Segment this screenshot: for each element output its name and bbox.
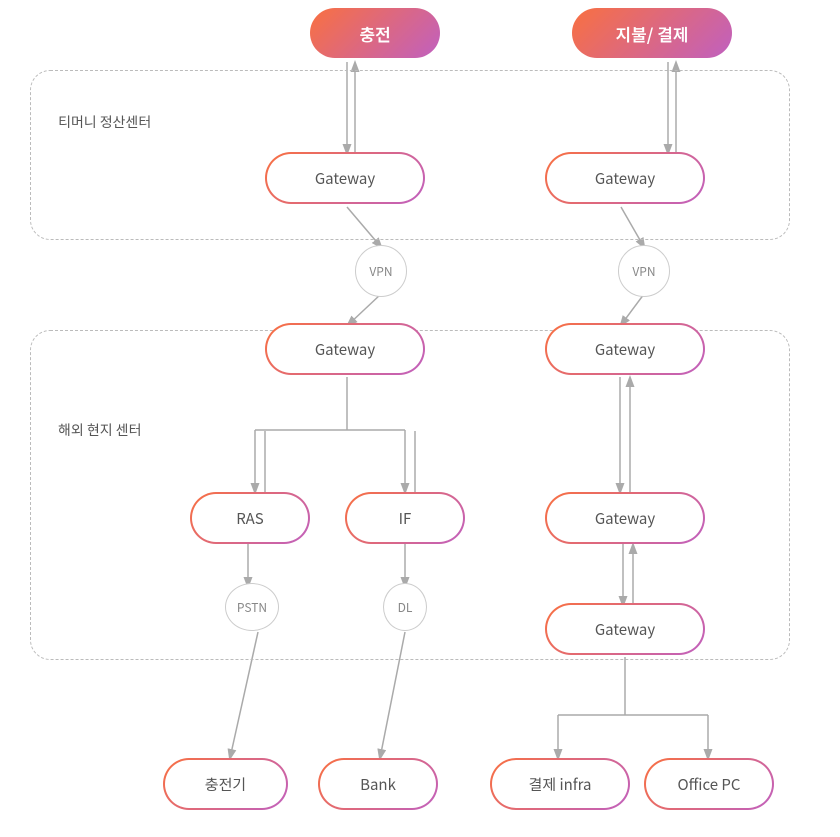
gateway-right2-label: Gateway <box>595 508 655 529</box>
office-pc-node: Office PC <box>644 758 774 810</box>
gateway-mid-right: Gateway <box>545 323 705 375</box>
gateway-mid-right-label: Gateway <box>595 339 655 360</box>
payment-infra-node: 결제 infra <box>490 758 630 810</box>
vpn-right: VPN <box>618 245 670 297</box>
pstn-node: PSTN <box>225 583 279 631</box>
payment-button[interactable]: 지불/ 결제 <box>572 8 732 58</box>
vpn-left: VPN <box>355 245 407 297</box>
if-label: IF <box>399 508 412 529</box>
pstn-label: PSTN <box>237 599 267 616</box>
vpn-right-label: VPN <box>632 263 655 280</box>
gateway-right2: Gateway <box>545 492 705 544</box>
if-node: IF <box>345 492 465 544</box>
timoney-region-label: 티머니 정산센터 <box>58 112 151 132</box>
gateway-bottom-right-label: Gateway <box>595 619 655 640</box>
charger-label: 충전기 <box>205 774 246 795</box>
gateway-top-left-label: Gateway <box>315 168 375 189</box>
gateway-top-right-label: Gateway <box>595 168 655 189</box>
gateway-mid-left-label: Gateway <box>315 339 375 360</box>
gateway-bottom-right: Gateway <box>545 603 705 655</box>
charge-button[interactable]: 충전 <box>310 8 440 58</box>
diagram: 티머니 정산센터 해외 현지 센터 충전 지불/ 결제 Gateway Gate… <box>0 0 840 837</box>
bank-node: Bank <box>318 758 438 810</box>
office-pc-label: Office PC <box>678 774 741 795</box>
bank-label: Bank <box>360 774 396 795</box>
charger-node: 충전기 <box>163 758 288 810</box>
dl-node: DL <box>383 583 427 631</box>
ras-label: RAS <box>236 508 263 529</box>
gateway-top-right: Gateway <box>545 152 705 204</box>
charge-label: 충전 <box>359 21 390 46</box>
gateway-top-left: Gateway <box>265 152 425 204</box>
payment-label: 지불/ 결제 <box>615 21 688 46</box>
overseas-region-label: 해외 현지 센터 <box>58 420 142 440</box>
ras-node: RAS <box>190 492 310 544</box>
dl-label: DL <box>398 599 413 616</box>
payment-infra-label: 결제 infra <box>529 774 592 795</box>
gateway-mid-left: Gateway <box>265 323 425 375</box>
vpn-left-label: VPN <box>369 263 392 280</box>
